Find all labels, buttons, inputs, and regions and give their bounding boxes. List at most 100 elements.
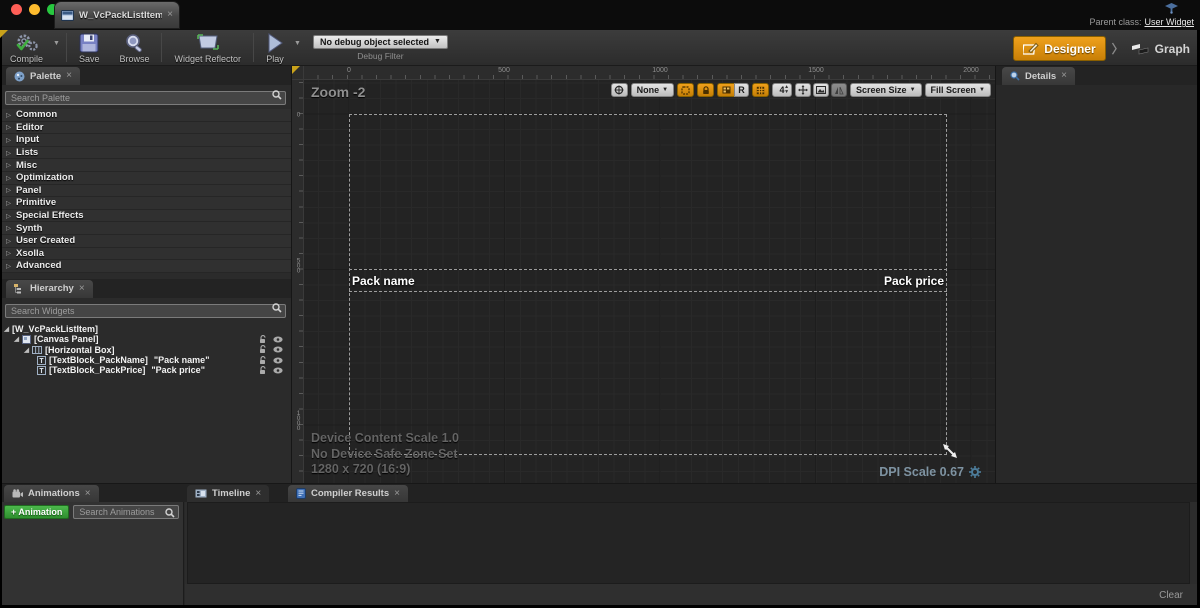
parent-class-link[interactable]: User Widget: [1144, 17, 1194, 27]
close-tab-icon[interactable]: ×: [394, 489, 400, 499]
visibility-eye-icon[interactable]: [273, 346, 283, 353]
translate-mode-button[interactable]: [795, 83, 811, 97]
palette-category[interactable]: ▷Editor: [0, 122, 291, 135]
expander-icon[interactable]: ▷: [6, 237, 11, 245]
screen-size-dropdown[interactable]: Screen Size▼: [850, 83, 921, 97]
tree-row-canvas-panel[interactable]: ◢ [Canvas Panel]: [0, 334, 291, 344]
expander-icon[interactable]: ▷: [6, 199, 11, 207]
palette-category[interactable]: ▷Special Effects: [0, 210, 291, 223]
close-tab-icon[interactable]: ×: [167, 10, 173, 20]
pack-name-textblock[interactable]: Pack name: [352, 274, 415, 288]
animations-search-input[interactable]: [73, 505, 179, 519]
localization-region-button[interactable]: R: [734, 83, 749, 97]
expander-icon[interactable]: ▷: [6, 111, 11, 119]
ruler-label: 0: [294, 112, 302, 117]
palette-search-input[interactable]: [5, 91, 286, 105]
play-button[interactable]: Play: [256, 30, 294, 65]
lock-icon[interactable]: [259, 366, 267, 375]
palette-category[interactable]: ▷Input: [0, 134, 291, 147]
lock-icon[interactable]: [259, 335, 267, 344]
stepper-arrows-icon[interactable]: ▲▼: [784, 85, 789, 95]
expander-icon[interactable]: ▷: [6, 186, 11, 194]
expander-icon[interactable]: ▷: [6, 123, 11, 131]
textblock-icon: [37, 366, 46, 375]
expander-icon[interactable]: ▷: [6, 224, 11, 232]
anchor-visualization-button[interactable]: [611, 83, 628, 97]
tree-row-horizontal-box[interactable]: ◢ [Horizontal Box]: [0, 345, 291, 355]
ruler-label: 500: [498, 67, 510, 74]
tree-row-textblock-packprice[interactable]: [TextBlock_PackPrice] "Pack price": [0, 365, 291, 375]
tree-row-root[interactable]: ◢ [W_VcPackListItem]: [0, 324, 291, 334]
macos-close-button[interactable]: [11, 4, 22, 15]
compiler-results-icon: [296, 488, 306, 499]
expander-icon[interactable]: ◢: [4, 325, 9, 333]
hierarchy-tab[interactable]: Hierarchy ×: [6, 280, 93, 298]
localization-preview-button[interactable]: [717, 83, 734, 97]
animations-tab[interactable]: Animations ×: [4, 485, 99, 502]
compile-dropdown-caret-icon[interactable]: ▼: [53, 40, 60, 47]
horizontal-box-outline[interactable]: Pack name Pack price: [349, 269, 947, 292]
close-tab-icon[interactable]: ×: [79, 284, 85, 294]
expander-icon[interactable]: ▷: [6, 249, 11, 257]
add-animation-button[interactable]: + Animation: [4, 505, 69, 519]
palette-category[interactable]: ▷Xsolla: [0, 248, 291, 261]
visibility-eye-icon[interactable]: [273, 336, 283, 343]
palette-category[interactable]: ▷Optimization: [0, 172, 291, 185]
document-tab[interactable]: W_VcPackListItem ×: [55, 2, 179, 28]
resize-handle-icon[interactable]: [942, 443, 958, 459]
outline-toggle-button[interactable]: [677, 83, 694, 97]
palette-category[interactable]: ▷Synth: [0, 222, 291, 235]
expander-icon[interactable]: ▷: [6, 212, 11, 220]
details-tab[interactable]: Details ×: [1002, 67, 1075, 85]
dpi-settings-gear-icon[interactable]: [969, 466, 981, 478]
flip-preview-button[interactable]: [831, 83, 847, 97]
palette-category[interactable]: ▷Common: [0, 109, 291, 122]
palette-category[interactable]: ▷Lists: [0, 147, 291, 160]
close-tab-icon[interactable]: ×: [255, 489, 261, 499]
clear-log-button[interactable]: Clear: [1159, 590, 1183, 601]
expander-icon[interactable]: ▷: [6, 161, 11, 169]
expander-icon[interactable]: ▷: [6, 136, 11, 144]
close-tab-icon[interactable]: ×: [1061, 71, 1067, 81]
expander-icon[interactable]: ◢: [24, 346, 29, 354]
widget-reflector-button[interactable]: Widget Reflector: [164, 30, 251, 65]
palette-category[interactable]: ▷ Primitive: [0, 197, 291, 210]
grid-snap-size-stepper[interactable]: 4 ▲▼: [772, 83, 792, 97]
expander-icon[interactable]: ▷: [6, 149, 11, 157]
palette-category[interactable]: ▷Panel: [0, 185, 291, 198]
palette-category[interactable]: ▷User Created: [0, 235, 291, 248]
designer-mode-button[interactable]: Designer: [1013, 36, 1105, 61]
tree-row-textblock-packname[interactable]: [TextBlock_PackName] "Pack name": [0, 355, 291, 365]
macos-minimize-button[interactable]: [29, 4, 40, 15]
canvas-grid-area[interactable]: Zoom -2 None▼: [304, 80, 995, 483]
expander-icon[interactable]: ◢: [14, 335, 19, 343]
preview-background-button[interactable]: [813, 83, 829, 97]
graph-mode-button[interactable]: Graph: [1130, 42, 1190, 56]
lock-widgets-button[interactable]: [697, 83, 714, 97]
palette-tab[interactable]: Palette ×: [6, 67, 80, 85]
palette-category[interactable]: ▷Advanced: [0, 260, 291, 273]
lock-icon[interactable]: [259, 345, 267, 354]
compiler-results-tab[interactable]: Compiler Results ×: [288, 485, 408, 502]
play-dropdown-caret-icon[interactable]: ▼: [294, 40, 301, 47]
browse-button[interactable]: Browse: [109, 30, 159, 65]
hierarchy-search-input[interactable]: [5, 304, 286, 318]
palette-category[interactable]: ▷Misc: [0, 159, 291, 172]
close-tab-icon[interactable]: ×: [85, 489, 91, 499]
pack-price-textblock[interactable]: Pack price: [884, 274, 944, 288]
timeline-tab[interactable]: Timeline ×: [187, 485, 269, 502]
expander-icon[interactable]: ▷: [6, 174, 11, 182]
anchor-preset-dropdown[interactable]: None▼: [631, 83, 674, 97]
close-tab-icon[interactable]: ×: [66, 71, 72, 81]
visibility-eye-icon[interactable]: [273, 357, 283, 364]
expander-icon[interactable]: ▷: [6, 262, 11, 270]
lock-icon[interactable]: [259, 356, 267, 365]
category-label: Primitive: [16, 197, 56, 208]
save-button[interactable]: Save: [69, 30, 110, 65]
bottom-dock: Animations × Timeline × Compiler Results…: [0, 483, 1200, 605]
visibility-eye-icon[interactable]: [273, 367, 283, 374]
grid-snap-toggle-button[interactable]: [752, 83, 769, 97]
debug-object-dropdown[interactable]: No debug object selected ▼: [313, 35, 448, 49]
fill-screen-dropdown[interactable]: Fill Screen▼: [925, 83, 991, 97]
compiler-log-area[interactable]: [187, 502, 1190, 584]
